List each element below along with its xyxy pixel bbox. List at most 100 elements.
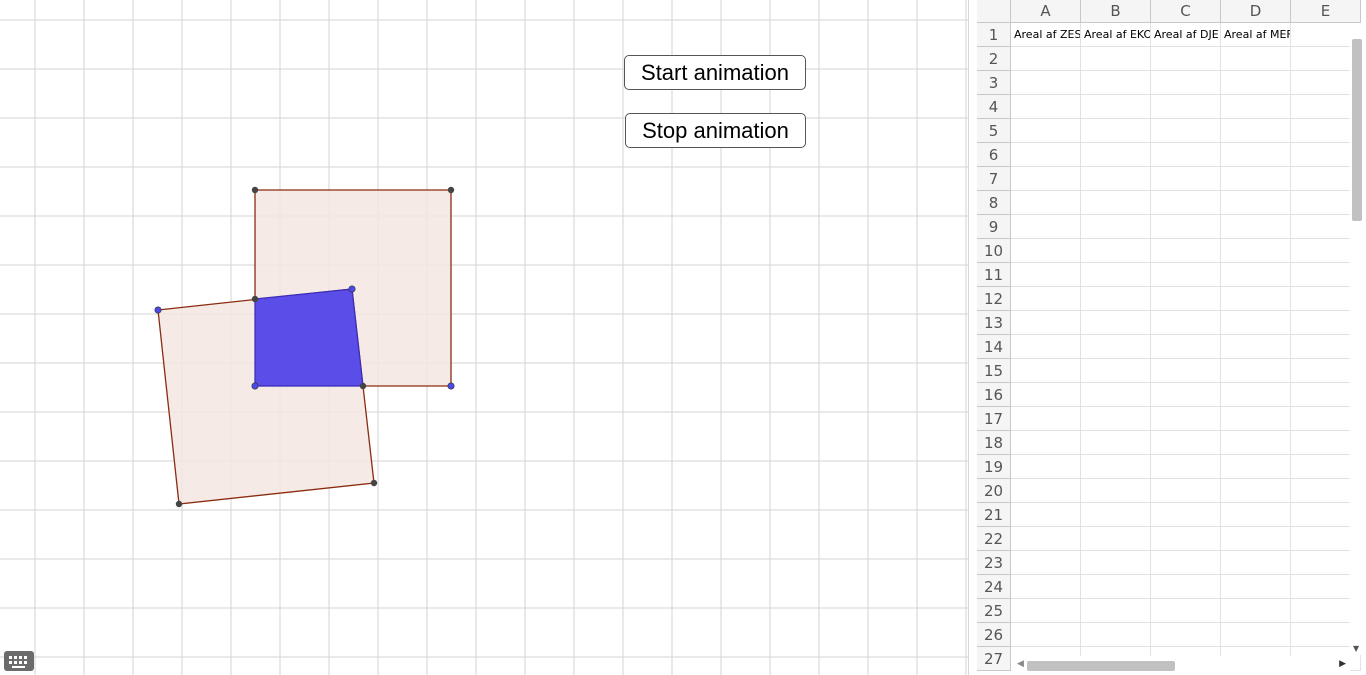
sheet-cell[interactable]: Areal af ZES bbox=[1011, 23, 1081, 47]
point-rotated-top-left[interactable] bbox=[154, 306, 162, 314]
sheet-cell[interactable] bbox=[1221, 383, 1291, 407]
sheet-cell[interactable] bbox=[1151, 527, 1221, 551]
row-header[interactable]: 12 bbox=[977, 287, 1011, 311]
sheet-cell[interactable] bbox=[1151, 479, 1221, 503]
sheet-cell[interactable] bbox=[1011, 431, 1081, 455]
sheet-cell[interactable] bbox=[1151, 359, 1221, 383]
spreadsheet-view[interactable]: A B C D E 1 Areal af ZES Areal af EKO Areal… bbox=[977, 0, 1366, 675]
overlap-region[interactable] bbox=[254, 288, 364, 387]
point-rotated-bottom-right[interactable] bbox=[370, 479, 378, 487]
row-header[interactable]: 9 bbox=[977, 215, 1011, 239]
point-upright-bottom-left[interactable] bbox=[251, 382, 259, 390]
sheet-cell[interactable] bbox=[1151, 287, 1221, 311]
sheet-cell[interactable] bbox=[1221, 359, 1291, 383]
row-header[interactable]: 23 bbox=[977, 551, 1011, 575]
sheet-cell[interactable] bbox=[1011, 119, 1081, 143]
keyboard-icon[interactable] bbox=[4, 651, 34, 671]
row-header[interactable]: 3 bbox=[977, 71, 1011, 95]
point-rotated-top-right[interactable] bbox=[348, 285, 356, 293]
sheet-cell[interactable] bbox=[1081, 455, 1151, 479]
sheet-cell[interactable] bbox=[1221, 311, 1291, 335]
sheet-cell[interactable] bbox=[1151, 311, 1221, 335]
row-header[interactable]: 25 bbox=[977, 599, 1011, 623]
point-intersection-bottom[interactable] bbox=[359, 382, 367, 390]
sheet-cell[interactable] bbox=[1011, 215, 1081, 239]
sheet-cell[interactable] bbox=[1221, 239, 1291, 263]
sheet-cell[interactable] bbox=[1151, 239, 1221, 263]
sheet-cell[interactable] bbox=[1081, 95, 1151, 119]
row-header[interactable]: 16 bbox=[977, 383, 1011, 407]
view-divider[interactable] bbox=[968, 0, 977, 675]
sheet-cell[interactable] bbox=[1151, 215, 1221, 239]
sheet-cell[interactable] bbox=[1011, 407, 1081, 431]
row-header[interactable]: 17 bbox=[977, 407, 1011, 431]
sheet-cell[interactable] bbox=[1151, 71, 1221, 95]
vertical-scrollbar[interactable]: ▼ bbox=[1350, 23, 1364, 655]
row-header[interactable]: 18 bbox=[977, 431, 1011, 455]
sheet-cell[interactable] bbox=[1081, 167, 1151, 191]
sheet-cell[interactable] bbox=[1011, 503, 1081, 527]
sheet-cell[interactable] bbox=[1151, 263, 1221, 287]
sheet-cell[interactable] bbox=[1081, 239, 1151, 263]
sheet-cell[interactable] bbox=[1011, 623, 1081, 647]
sheet-cell[interactable] bbox=[1081, 359, 1151, 383]
sheet-cell[interactable]: Areal af MEF bbox=[1221, 23, 1291, 47]
sheet-cell[interactable] bbox=[1151, 95, 1221, 119]
sheet-cell[interactable] bbox=[1221, 527, 1291, 551]
sheet-cell[interactable] bbox=[1151, 575, 1221, 599]
sheet-cell[interactable] bbox=[1221, 599, 1291, 623]
sheet-cell[interactable] bbox=[1011, 191, 1081, 215]
sheet-cell[interactable] bbox=[1221, 455, 1291, 479]
sheet-cell[interactable] bbox=[1081, 551, 1151, 575]
column-header[interactable]: E bbox=[1291, 0, 1361, 23]
row-header[interactable]: 21 bbox=[977, 503, 1011, 527]
sheet-cell[interactable] bbox=[1151, 599, 1221, 623]
sheet-cell[interactable] bbox=[1151, 623, 1221, 647]
row-header[interactable]: 11 bbox=[977, 263, 1011, 287]
stop-animation-button[interactable]: Stop animation bbox=[625, 113, 806, 148]
sheet-cell[interactable] bbox=[1011, 263, 1081, 287]
sheet-cell[interactable] bbox=[1221, 215, 1291, 239]
row-header[interactable]: 27 bbox=[977, 647, 1011, 671]
sheet-cell[interactable] bbox=[1011, 359, 1081, 383]
point-upright-top-right[interactable] bbox=[447, 186, 455, 194]
sheet-cell[interactable] bbox=[1081, 503, 1151, 527]
sheet-cell[interactable] bbox=[1151, 383, 1221, 407]
sheet-cell[interactable] bbox=[1081, 575, 1151, 599]
sheet-cell[interactable] bbox=[1081, 479, 1151, 503]
sheet-cell[interactable] bbox=[1011, 143, 1081, 167]
sheet-corner[interactable] bbox=[977, 0, 1011, 23]
sheet-cell[interactable] bbox=[1151, 143, 1221, 167]
sheet-cell[interactable] bbox=[1221, 47, 1291, 71]
column-header[interactable]: B bbox=[1081, 0, 1151, 23]
scrollbar-thumb[interactable] bbox=[1027, 661, 1175, 671]
sheet-cell[interactable] bbox=[1081, 623, 1151, 647]
row-header[interactable]: 4 bbox=[977, 95, 1011, 119]
point-upright-top-left[interactable] bbox=[251, 186, 259, 194]
sheet-cell[interactable] bbox=[1011, 71, 1081, 95]
row-header[interactable]: 22 bbox=[977, 527, 1011, 551]
graphics-view[interactable]: Start animation Stop animation bbox=[0, 0, 968, 675]
sheet-cell[interactable] bbox=[1011, 95, 1081, 119]
sheet-cell[interactable] bbox=[1221, 263, 1291, 287]
column-header[interactable]: A bbox=[1011, 0, 1081, 23]
sheet-cell[interactable] bbox=[1151, 503, 1221, 527]
sheet-cell[interactable] bbox=[1151, 407, 1221, 431]
sheet-cell[interactable]: Areal af EKO bbox=[1081, 23, 1151, 47]
sheet-cell[interactable] bbox=[1011, 311, 1081, 335]
sheet-cell[interactable] bbox=[1081, 47, 1151, 71]
row-header[interactable]: 1 bbox=[977, 23, 1011, 47]
horizontal-scrollbar[interactable]: ◀ ▶ bbox=[1011, 656, 1350, 675]
sheet-cell[interactable] bbox=[1081, 215, 1151, 239]
sheet-cell[interactable] bbox=[1081, 191, 1151, 215]
row-header[interactable]: 10 bbox=[977, 239, 1011, 263]
sheet-cell[interactable] bbox=[1221, 287, 1291, 311]
sheet-cell[interactable] bbox=[1221, 95, 1291, 119]
sheet-cell[interactable] bbox=[1081, 431, 1151, 455]
sheet-cell[interactable] bbox=[1011, 335, 1081, 359]
sheet-cell[interactable] bbox=[1011, 527, 1081, 551]
sheet-cell[interactable] bbox=[1081, 407, 1151, 431]
row-header[interactable]: 24 bbox=[977, 575, 1011, 599]
scrollbar-thumb[interactable] bbox=[1352, 39, 1362, 221]
row-header[interactable]: 26 bbox=[977, 623, 1011, 647]
